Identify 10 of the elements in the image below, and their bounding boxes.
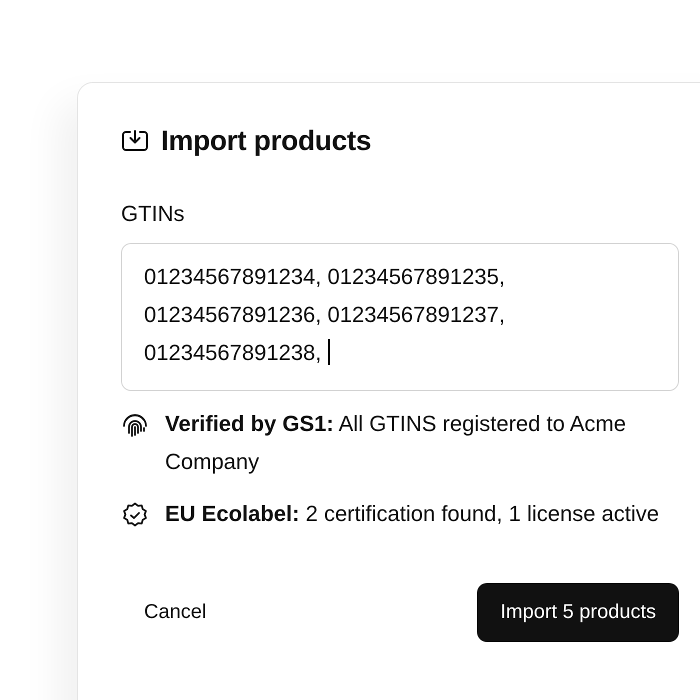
fingerprint-icon bbox=[121, 411, 149, 439]
verification-note: EU Ecolabel: 2 certification found, 1 license active bbox=[165, 500, 660, 528]
badge-check-icon bbox=[121, 501, 149, 529]
dialog-title: Import products bbox=[161, 125, 372, 157]
cancel-button[interactable]: Cancel bbox=[121, 589, 230, 636]
download-tray-icon bbox=[121, 129, 149, 153]
field-label: GTINs bbox=[121, 201, 186, 227]
verification-note: Verified by GS1: All GTINS registered to Acme Company bbox=[165, 410, 627, 476]
input-field[interactable]: 01234567891234, 01234567891235, 01234567891236, 01234567891237, 01234567891238, bbox=[121, 243, 679, 391]
import-button[interactable]: Import 5 products bbox=[477, 583, 679, 642]
